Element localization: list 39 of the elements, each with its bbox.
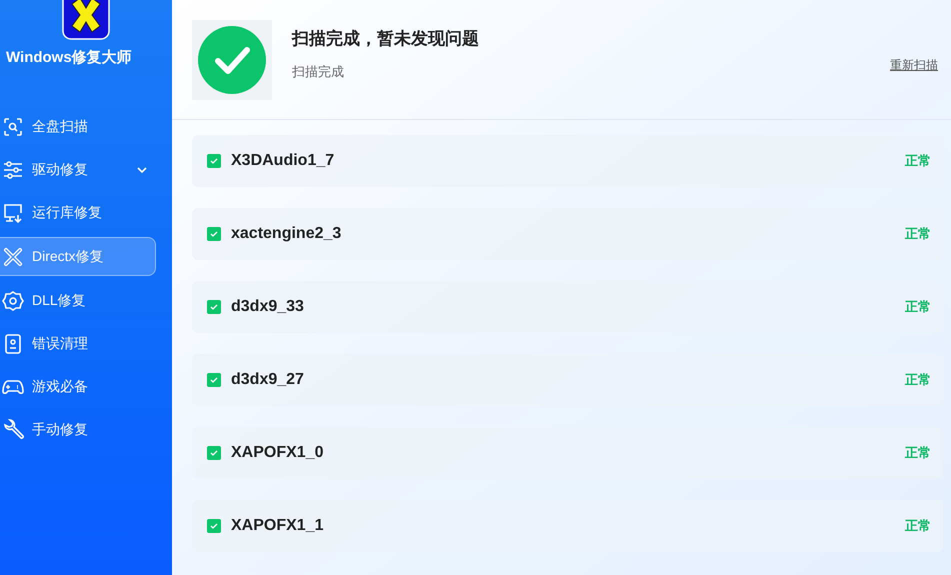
checkbox[interactable] [207,519,221,533]
status-text: 正常 [905,152,931,170]
sidebar-item[interactable]: 错误清理 [0,325,156,362]
status-text: 正常 [905,371,931,390]
monitor-icon [2,202,24,224]
checkbox[interactable] [207,446,221,460]
scan-icon [2,116,24,138]
sidebar-item[interactable]: DLL修复 [0,282,156,319]
app-logo-icon [62,0,110,40]
sidebar-item[interactable]: Directx修复 [0,237,156,276]
gear-icon [2,290,24,312]
sidebar-item[interactable]: 全盘扫描 [0,108,156,145]
sidebar-item[interactable]: 驱动修复 [0,151,156,188]
status-text: 正常 [905,517,931,536]
sidebar-item[interactable]: 运行库修复 [0,194,156,231]
status-text: 正常 [905,225,931,244]
status-text: 正常 [905,444,931,462]
scan-result-title: 扫描完成，暂未发现问题 [292,28,479,50]
sidebar-item[interactable]: 游戏必备 [0,368,156,405]
checkbox[interactable] [207,227,221,241]
item-name: XAPOFX1_1 [231,516,324,536]
checkbox[interactable] [207,373,221,387]
app-title: Windows修复大师 [5,48,133,68]
item-name: d3dx9_33 [231,297,304,317]
item-name: XAPOFX1_0 [231,443,324,463]
check-circle-icon [198,26,266,94]
sidebar-item[interactable]: 手动修复 [0,411,156,448]
checkbox[interactable] [207,154,221,168]
status-text: 正常 [905,298,931,316]
wrench-icon [2,418,24,440]
cross-icon [2,246,24,268]
rescan-link[interactable]: 重新扫描 [890,56,938,74]
item-name: xactengine2_3 [231,224,342,244]
item-name: d3dx9_27 [231,370,304,390]
document-icon [2,332,24,354]
scan-result-subtitle: 扫描完成 [292,62,345,80]
item-name: X3DAudio1_7 [231,151,334,171]
sliders-icon [2,158,24,180]
checkbox[interactable] [207,300,221,314]
